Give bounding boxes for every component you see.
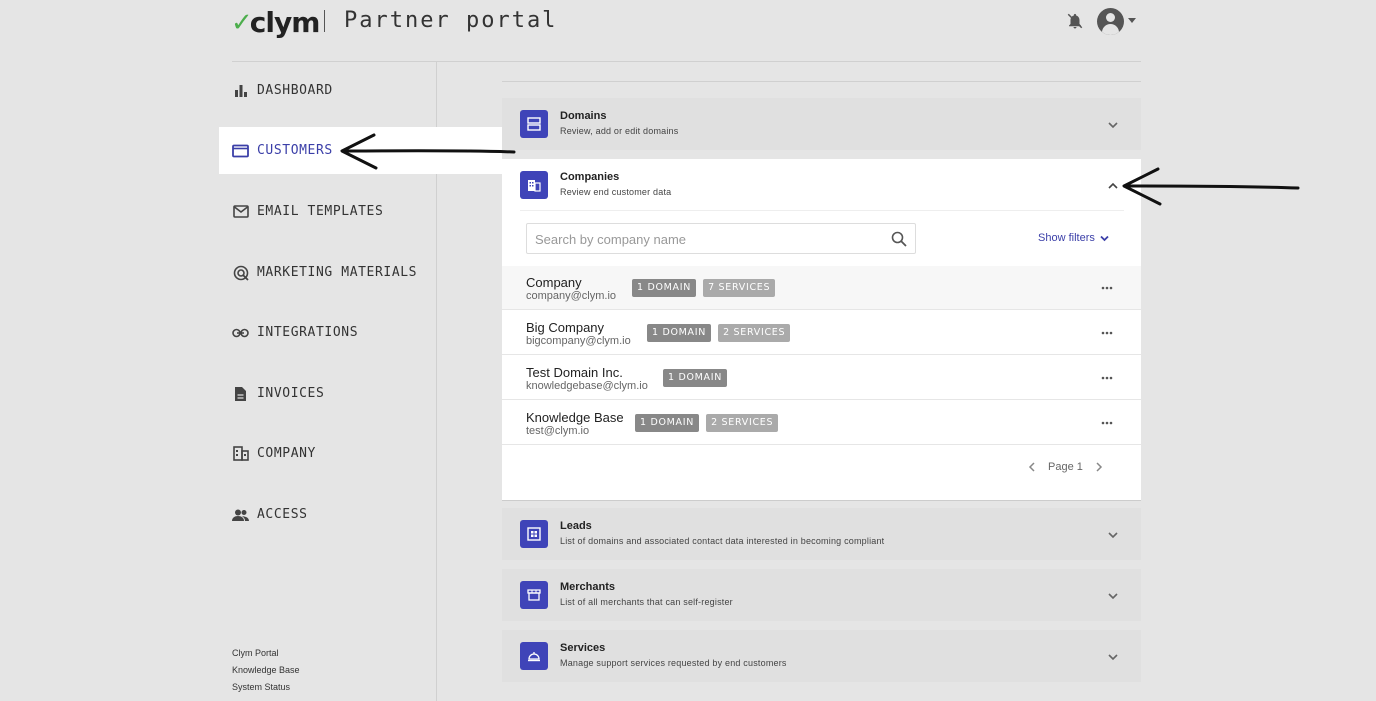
bar-chart-icon xyxy=(232,82,249,99)
row-badges: 1 DOMAIN 7 SERVICES xyxy=(632,279,776,297)
services-subtitle: Manage support services requested by end… xyxy=(560,658,787,668)
building-icon xyxy=(232,445,249,462)
domain-count-badge: 1 DOMAIN xyxy=(663,369,728,387)
table-row[interactable]: Big Company bigcompany@clym.io 1 DOMAIN … xyxy=(502,311,1141,355)
companies-panel-header[interactable]: Companies Review end customer data xyxy=(502,159,1141,211)
show-filters-button[interactable]: Show filters xyxy=(1038,232,1110,244)
row-badges: 1 DOMAIN 2 SERVICES xyxy=(635,414,779,432)
domains-title: Domains xyxy=(560,110,607,122)
company-name: Test Domain Inc. xyxy=(526,365,623,380)
sidebar-item-integrations[interactable]: INTEGRATIONS xyxy=(219,309,502,356)
header-divider xyxy=(232,61,1141,62)
domain-count-badge: 1 DOMAIN xyxy=(647,324,712,342)
domains-panel-header[interactable]: Domains Review, add or edit domains xyxy=(502,98,1141,150)
annotation-arrow-left-icon xyxy=(340,133,516,170)
leads-subtitle: List of domains and associated contact d… xyxy=(560,536,885,546)
row-badges: 1 DOMAIN 2 SERVICES xyxy=(647,324,791,342)
chevron-up-icon[interactable] xyxy=(1106,179,1120,193)
mail-icon xyxy=(232,203,249,220)
leads-title: Leads xyxy=(560,520,592,532)
company-search-input[interactable] xyxy=(535,230,875,248)
room-service-icon xyxy=(520,642,548,670)
document-icon xyxy=(232,385,249,402)
storage-icon xyxy=(520,110,548,138)
company-email: company@clym.io xyxy=(526,290,617,302)
companies-subtitle: Review end customer data xyxy=(560,187,672,197)
portal-title: Partner portal xyxy=(344,8,558,33)
sidebar-item-marketing-materials[interactable]: MARKETING MATERIALS xyxy=(219,249,502,296)
table-row[interactable]: Test Domain Inc. knowledgebase@clym.io 1… xyxy=(502,356,1141,400)
service-count-badge: 2 SERVICES xyxy=(706,414,779,432)
companies-panel-body: Show filters Company company@clym.io 1 D… xyxy=(502,210,1141,501)
pagination: Page 1 xyxy=(1025,460,1106,474)
sidebar-item-access[interactable]: ACCESS xyxy=(219,491,502,538)
clym-logo[interactable]: ✓ clym xyxy=(231,6,320,39)
notifications-off-icon[interactable] xyxy=(1066,12,1084,30)
company-name: Company xyxy=(526,275,582,290)
more-horiz-icon[interactable] xyxy=(1100,326,1114,340)
table-row[interactable]: Company company@clym.io 1 DOMAIN 7 SERVI… xyxy=(502,266,1141,310)
company-email: bigcompany@clym.io xyxy=(526,335,631,347)
merchants-subtitle: List of all merchants that can self-regi… xyxy=(560,597,733,607)
target-icon xyxy=(232,264,249,281)
chevron-left-icon[interactable] xyxy=(1025,460,1039,474)
folder-icon xyxy=(232,142,249,159)
building-icon xyxy=(520,171,548,199)
services-panel-header[interactable]: Services Manage support services request… xyxy=(502,630,1141,682)
chevron-down-icon xyxy=(1100,235,1109,241)
logo-separator xyxy=(324,10,325,32)
grid-box-icon xyxy=(520,520,548,548)
service-count-badge: 7 SERVICES xyxy=(703,279,776,297)
sidebar-footer-links: Clym Portal Knowledge Base System Status xyxy=(232,645,300,696)
chevron-down-icon[interactable] xyxy=(1106,528,1120,542)
storefront-icon xyxy=(520,581,548,609)
chevron-down-icon[interactable] xyxy=(1106,118,1120,132)
company-email: test@clym.io xyxy=(526,425,590,437)
domains-subtitle: Review, add or edit domains xyxy=(560,126,679,136)
footer-link-clym-portal[interactable]: Clym Portal xyxy=(232,645,300,662)
app-header: ✓ clym Partner portal xyxy=(0,0,1376,44)
chevron-down-icon[interactable] xyxy=(1106,650,1120,664)
chevron-down-icon[interactable] xyxy=(1128,18,1136,23)
leads-panel-header[interactable]: Leads List of domains and associated con… xyxy=(502,508,1141,560)
annotation-arrow-left-icon xyxy=(1122,167,1300,206)
more-horiz-icon[interactable] xyxy=(1100,281,1114,295)
merchants-title: Merchants xyxy=(560,581,616,593)
company-email: knowledgebase@clym.io xyxy=(526,380,648,392)
companies-divider xyxy=(520,210,1124,211)
footer-link-knowledge-base[interactable]: Knowledge Base xyxy=(232,662,300,679)
search-icon[interactable] xyxy=(891,231,907,247)
companies-title: Companies xyxy=(560,171,620,183)
companies-bottom-border xyxy=(502,500,1141,501)
merchants-panel-header[interactable]: Merchants List of all merchants that can… xyxy=(502,569,1141,621)
more-horiz-icon[interactable] xyxy=(1100,371,1114,385)
company-search-box xyxy=(526,223,916,254)
sidebar-item-email-templates[interactable]: EMAIL TEMPLATES xyxy=(219,188,502,235)
table-row[interactable]: Knowledge Base test@clym.io 1 DOMAIN 2 S… xyxy=(502,401,1141,445)
row-badges: 1 DOMAIN xyxy=(663,369,728,387)
account-circle-icon[interactable] xyxy=(1097,8,1124,35)
domain-count-badge: 1 DOMAIN xyxy=(635,414,700,432)
company-name: Knowledge Base xyxy=(526,410,624,425)
main-top-divider xyxy=(502,81,1141,82)
page-label: Page 1 xyxy=(1048,461,1083,473)
domain-count-badge: 1 DOMAIN xyxy=(632,279,697,297)
more-horiz-icon[interactable] xyxy=(1100,416,1114,430)
chevron-down-icon[interactable] xyxy=(1106,589,1120,603)
link-icon xyxy=(232,324,249,341)
sidebar-item-dashboard[interactable]: DASHBOARD xyxy=(219,67,502,114)
logo-check-icon: ✓ xyxy=(231,7,253,38)
services-title: Services xyxy=(560,642,606,654)
footer-link-system-status[interactable]: System Status xyxy=(232,679,300,696)
sidebar-item-company[interactable]: COMPANY xyxy=(219,430,502,477)
sidebar-item-invoices[interactable]: INVOICES xyxy=(219,370,502,417)
chevron-right-icon[interactable] xyxy=(1092,460,1106,474)
company-name: Big Company xyxy=(526,320,605,335)
people-icon xyxy=(232,506,249,523)
service-count-badge: 2 SERVICES xyxy=(718,324,791,342)
